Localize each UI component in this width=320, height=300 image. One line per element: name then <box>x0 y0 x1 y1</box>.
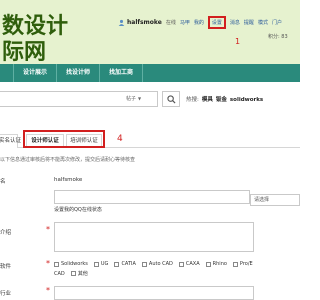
software-options-row1: Solidworks UG CATIA Auto CAD CAXA Rhino … <box>54 261 259 267</box>
username-value: halfsmoke <box>54 177 83 183</box>
software-option[interactable]: UG <box>93 261 109 267</box>
site-logo-line2: 际网 <box>2 40 47 65</box>
checkbox[interactable] <box>114 261 120 267</box>
software-option[interactable]: CAD <box>54 271 65 277</box>
checkbox[interactable] <box>232 261 238 267</box>
mode-link[interactable]: 模式 <box>258 19 268 26</box>
annotation-1: 1 <box>235 37 241 46</box>
side-select-label: 请选择 <box>254 197 270 203</box>
software-option[interactable]: CAXA <box>178 261 200 267</box>
software-option-label: UG <box>100 261 109 267</box>
reminders-link[interactable]: 提醒 <box>244 19 254 26</box>
software-option[interactable]: Auto CAD <box>141 261 173 267</box>
hot-search: 热搜: 模具 钣金 solidworks <box>186 95 263 103</box>
search-scope-label: 帖子 <box>126 96 137 102</box>
user-icon <box>118 19 125 26</box>
checkbox[interactable] <box>54 261 59 267</box>
software-option-label: CAXA <box>185 261 200 267</box>
username-extra-field[interactable] <box>54 190 250 204</box>
site-header: 数设计 际网 halfsmoke 在线 马甲 我的 设置 消息 提醒 模式 门户… <box>0 0 300 65</box>
search-scope-select[interactable]: 帖子 ▼ <box>126 95 141 102</box>
user-bar: halfsmoke 在线 马甲 我的 设置 消息 提醒 模式 门户 <box>118 15 286 29</box>
points-display[interactable]: 积分: 83 <box>268 33 288 40</box>
software-label: 软件 <box>0 264 12 270</box>
intro-textarea[interactable] <box>54 222 254 252</box>
software-option[interactable]: Pro/E <box>232 261 253 267</box>
hot-search-label: 热搜: <box>186 97 199 103</box>
required-mark: * <box>46 286 50 295</box>
side-select[interactable]: 请选择 <box>250 194 300 206</box>
username-label: 名 <box>0 179 6 185</box>
checkbox[interactable] <box>205 261 211 267</box>
search-icon <box>166 94 176 104</box>
nav-item-find-manufacturer[interactable]: 找加工商 <box>100 64 144 82</box>
software-option-label: CATIA <box>121 261 136 267</box>
chevron-down-icon: ▼ <box>138 96 142 101</box>
software-option[interactable]: Solidworks <box>54 261 88 267</box>
qq-status-link[interactable]: 设置我的QQ在线状态 <box>54 206 102 213</box>
nav-item-find-designer[interactable]: 找设计师 <box>57 64 101 82</box>
hot-term-solidworks[interactable]: solidworks <box>230 97 263 103</box>
online-status[interactable]: 在线 <box>166 19 176 26</box>
industry-field[interactable] <box>54 286 254 300</box>
search-button[interactable] <box>162 91 180 107</box>
checkbox[interactable] <box>141 261 147 267</box>
software-option-label: 其他 <box>77 271 88 277</box>
required-mark: * <box>46 225 50 234</box>
software-options-row2: CAD 其他 <box>54 270 94 278</box>
my-link[interactable]: 我的 <box>194 19 204 26</box>
intro-label: 介绍 <box>0 230 12 236</box>
form-notice: 以下信息通过审核后将不能再次修改，提交后请耐心等待核查 <box>0 157 136 163</box>
software-option-label: Solidworks <box>61 261 88 267</box>
nav-item-design-show[interactable]: 设计展示 <box>14 64 58 82</box>
messages-link[interactable]: 消息 <box>230 19 240 26</box>
required-mark: * <box>46 259 50 268</box>
software-option[interactable]: Rhino <box>205 261 227 267</box>
annotation-4: 4 <box>117 134 123 144</box>
nav-item-home[interactable] <box>0 64 14 82</box>
checkbox[interactable] <box>70 271 76 276</box>
search-row: 帖子 ▼ 热搜: 模具 钣金 solidworks <box>0 87 300 111</box>
software-option-label: Rhino <box>212 261 227 267</box>
annotation-box-tabs <box>23 130 105 148</box>
portal-link[interactable]: 门户 <box>272 19 282 26</box>
software-option-label: Pro/E <box>239 261 253 267</box>
main-nav: 设计展示 找设计师 找加工商 <box>0 64 300 82</box>
checkbox[interactable] <box>178 261 184 267</box>
checkbox[interactable] <box>93 261 99 267</box>
hot-term-sheet-metal[interactable]: 钣金 <box>216 97 227 103</box>
settings-link[interactable]: 设置 <box>207 15 226 29</box>
page-root: 数设计 际网 halfsmoke 在线 马甲 我的 设置 消息 提醒 模式 门户… <box>0 0 300 300</box>
software-option-label: Auto CAD <box>148 261 173 267</box>
software-option-label: CAD <box>54 270 65 277</box>
vest-link[interactable]: 马甲 <box>180 19 190 26</box>
hot-term-mold[interactable]: 模具 <box>202 97 213 103</box>
software-option[interactable]: CATIA <box>114 261 136 267</box>
industry-label: 行业 <box>0 291 12 297</box>
tab-real-name[interactable]: 实名认证 <box>0 134 21 148</box>
software-option[interactable]: 其他 <box>70 270 88 277</box>
username-link[interactable]: halfsmoke <box>127 19 162 26</box>
